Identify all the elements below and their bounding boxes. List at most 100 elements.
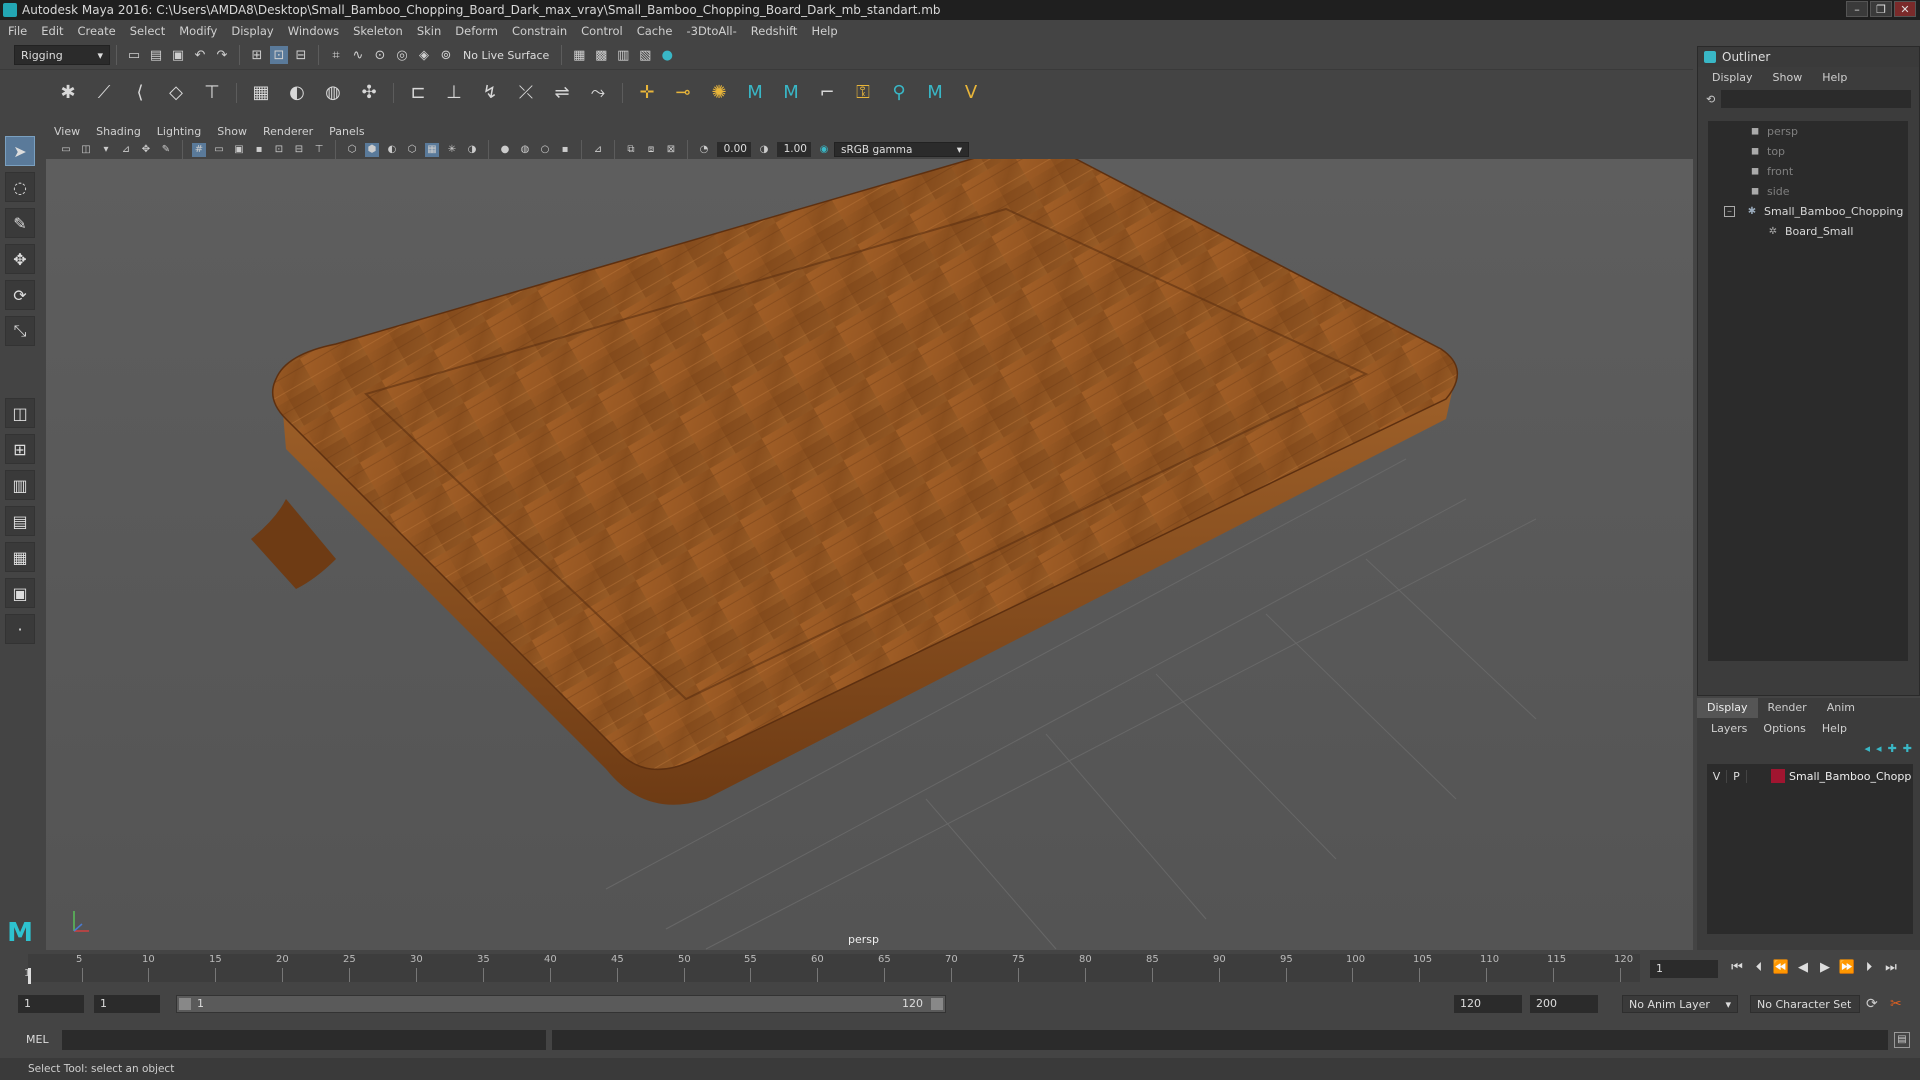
layer-color-swatch[interactable] bbox=[1771, 769, 1785, 783]
maximize-button[interactable]: ❐ bbox=[1870, 1, 1892, 17]
xray-components-icon[interactable]: ⊠ bbox=[664, 143, 678, 157]
four-view-icon[interactable]: ⊞ bbox=[5, 434, 35, 464]
menu-redshift[interactable]: Redshift bbox=[751, 24, 798, 38]
safe-title-icon[interactable]: ⊤ bbox=[312, 143, 326, 157]
2d-pan-icon[interactable]: ✥ bbox=[139, 143, 153, 157]
range-slider[interactable]: 1 120 bbox=[176, 995, 946, 1013]
menu-modify[interactable]: Modify bbox=[179, 24, 217, 38]
redo-icon[interactable]: ↷ bbox=[213, 46, 231, 64]
outliner-item-front[interactable]: ◼ front bbox=[1708, 161, 1908, 181]
filter-icon[interactable]: ⟲ bbox=[1706, 93, 1715, 106]
select-hierarchy-icon[interactable]: ⊞ bbox=[248, 46, 266, 64]
snap-curve-icon[interactable]: ∿ bbox=[349, 46, 367, 64]
collapse-icon[interactable]: – bbox=[1724, 205, 1735, 217]
select-component-icon[interactable]: ⊟ bbox=[292, 46, 310, 64]
graph-editor-icon[interactable]: ⚲ bbox=[886, 80, 912, 106]
outliner-item-side[interactable]: ◼ side bbox=[1708, 181, 1908, 201]
panel-menu-show[interactable]: Show bbox=[217, 125, 247, 138]
hik-control-icon[interactable]: M bbox=[778, 80, 804, 106]
mirror-weights-icon[interactable]: ⇌ bbox=[549, 80, 575, 106]
motion-blur-icon[interactable]: ◍ bbox=[518, 143, 532, 157]
outliner-menu-help[interactable]: Help bbox=[1822, 71, 1847, 84]
insert-joint-icon[interactable]: ◇ bbox=[163, 80, 189, 106]
render-settings-icon[interactable]: ▧ bbox=[636, 46, 654, 64]
xray-joints-icon[interactable]: ⧈ bbox=[644, 143, 658, 157]
gamma-icon[interactable]: ◑ bbox=[757, 143, 771, 157]
shadows-icon[interactable]: ◑ bbox=[465, 143, 479, 157]
visibility-toggle[interactable]: V bbox=[1707, 769, 1727, 783]
outliner-search-input[interactable] bbox=[1721, 90, 1911, 108]
rotate-tool-icon[interactable]: ⟳ bbox=[5, 280, 35, 310]
new-layer-icon[interactable]: ✚ bbox=[1888, 742, 1897, 755]
panel-menu-panels[interactable]: Panels bbox=[329, 125, 364, 138]
snap-grid-icon[interactable]: ⌗ bbox=[327, 46, 345, 64]
menu-create[interactable]: Create bbox=[78, 24, 116, 38]
step-forward-frame-icon[interactable]: ⏵ bbox=[1858, 960, 1880, 975]
bookmark-icon[interactable]: ▾ bbox=[99, 143, 113, 157]
paint-weights-icon[interactable]: ↯ bbox=[477, 80, 503, 106]
detach-skin-icon[interactable]: ⤫ bbox=[513, 80, 539, 106]
end-time-field[interactable]: 200 bbox=[1530, 995, 1598, 1013]
menu-display[interactable]: Display bbox=[231, 24, 273, 38]
outliner-item-mesh[interactable]: ✲ Board_Small bbox=[1708, 221, 1908, 241]
film-gate-icon[interactable]: ▭ bbox=[212, 143, 226, 157]
snap-surface-icon[interactable]: ◈ bbox=[415, 46, 433, 64]
playback-toggle[interactable]: P bbox=[1727, 769, 1747, 783]
select-tool-icon[interactable]: ➤ bbox=[5, 136, 35, 166]
menu-file[interactable]: File bbox=[8, 24, 27, 38]
undo-icon[interactable]: ↶ bbox=[191, 46, 209, 64]
current-frame-field[interactable]: 1 bbox=[1650, 960, 1718, 978]
point-constraint-icon[interactable]: ✛ bbox=[634, 80, 660, 106]
colorspace-dropdown[interactable]: sRGB gamma ▾ bbox=[834, 142, 969, 157]
menu-windows[interactable]: Windows bbox=[288, 24, 339, 38]
menu-deform[interactable]: Deform bbox=[455, 24, 498, 38]
layer-menu-layers[interactable]: Layers bbox=[1711, 722, 1747, 735]
grease-pencil-icon[interactable]: ✎ bbox=[159, 143, 173, 157]
current-time-marker[interactable] bbox=[28, 968, 31, 984]
render-view-icon[interactable]: ▩ bbox=[592, 46, 610, 64]
anim-prefs-icon[interactable]: ✂ bbox=[1890, 996, 1902, 1012]
outliner-item-persp[interactable]: ◼ persp bbox=[1708, 121, 1908, 141]
panel-menu-shading[interactable]: Shading bbox=[96, 125, 141, 138]
time-ruler[interactable]: 1 51015202530354045505560657075808590951… bbox=[24, 954, 1640, 984]
panel-menu-lighting[interactable]: Lighting bbox=[157, 125, 201, 138]
image-plane-icon[interactable]: ⊿ bbox=[119, 143, 133, 157]
rigid-bind-icon[interactable]: ⊥ bbox=[441, 80, 467, 106]
step-forward-key-icon[interactable]: ⏩ bbox=[1836, 960, 1858, 975]
gamma-field[interactable]: 1.00 bbox=[777, 142, 811, 157]
use-all-lights-icon[interactable]: ✳ bbox=[445, 143, 459, 157]
gate-mask-icon[interactable]: ▪ bbox=[252, 143, 266, 157]
panel-menu-view[interactable]: View bbox=[54, 125, 80, 138]
ik-handle-icon[interactable]: ⟋ bbox=[91, 80, 117, 106]
ik-spline-icon[interactable]: ⟨ bbox=[127, 80, 153, 106]
outliner-menu-show[interactable]: Show bbox=[1773, 71, 1803, 84]
panel-menu-renderer[interactable]: Renderer bbox=[263, 125, 313, 138]
make-live-icon[interactable]: ⊚ bbox=[437, 46, 455, 64]
copy-weights-icon[interactable]: ⤳ bbox=[585, 80, 611, 106]
select-object-icon[interactable]: ⊡ bbox=[270, 46, 288, 64]
mel-input[interactable] bbox=[62, 1030, 546, 1050]
go-to-start-icon[interactable]: ⏮ bbox=[1726, 960, 1748, 975]
menu-help[interactable]: Help bbox=[811, 24, 837, 38]
script-editor-icon[interactable]: ▤ bbox=[1894, 1032, 1910, 1048]
new-layer-selected-icon[interactable]: ✚ bbox=[1903, 742, 1912, 755]
maya-rig-icon[interactable]: M bbox=[922, 80, 948, 106]
persp-outliner-icon[interactable]: ▤ bbox=[5, 506, 35, 536]
move-layer-down-icon[interactable]: ◂ bbox=[1876, 742, 1882, 755]
textured-icon[interactable]: ▦ bbox=[425, 142, 439, 157]
menu-cache[interactable]: Cache bbox=[637, 24, 673, 38]
grid-icon[interactable]: # bbox=[192, 142, 206, 157]
step-back-frame-icon[interactable]: ⏴ bbox=[1748, 960, 1770, 975]
ipr-render-icon[interactable]: ▥ bbox=[614, 46, 632, 64]
joint-tool-icon[interactable]: ✱ bbox=[55, 80, 81, 106]
exposure-icon[interactable]: ◔ bbox=[697, 143, 711, 157]
save-scene-icon[interactable]: ▣ bbox=[169, 46, 187, 64]
playback-start-field[interactable]: 1 bbox=[94, 995, 160, 1013]
new-scene-icon[interactable]: ▭ bbox=[125, 46, 143, 64]
set-key-icon[interactable]: ⚿ bbox=[850, 80, 876, 106]
aim-constraint-icon[interactable]: ⊸ bbox=[670, 80, 696, 106]
lasso-tool-icon[interactable]: ◌ bbox=[5, 172, 35, 202]
sculpt-icon[interactable]: ✣ bbox=[356, 80, 382, 106]
resolution-gate-icon[interactable]: ▣ bbox=[232, 143, 246, 157]
scale-tool-icon[interactable]: ⤡ bbox=[5, 316, 35, 346]
